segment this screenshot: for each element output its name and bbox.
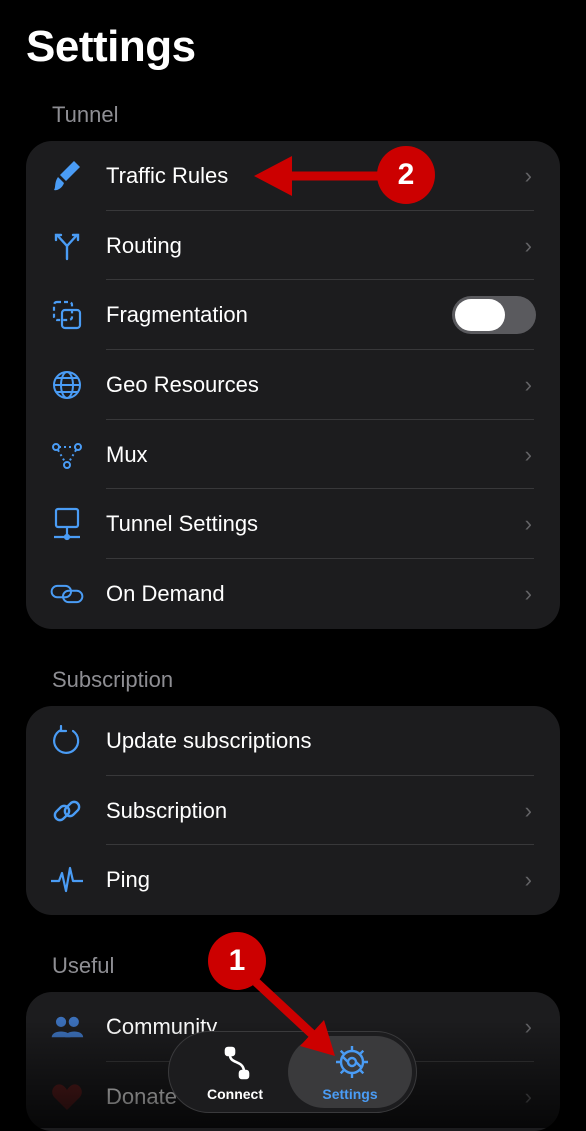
- row-tunnel-settings[interactable]: Tunnel Settings ›: [26, 489, 560, 560]
- row-subscription[interactable]: Subscription ›: [26, 776, 560, 846]
- row-label: Geo Resources: [106, 371, 259, 397]
- row-traffic-rules[interactable]: Traffic Rules ›: [26, 141, 560, 211]
- tab-label: Settings: [322, 1086, 378, 1102]
- heart-icon: [50, 1080, 84, 1114]
- monitor-network-icon: [50, 507, 84, 541]
- chevron-right-icon: ›: [524, 797, 532, 823]
- paintbrush-icon: [50, 159, 84, 193]
- section-label-tunnel: Tunnel: [52, 102, 119, 127]
- row-label: Mux: [106, 441, 148, 467]
- toggle-knob: [455, 299, 505, 332]
- connect-icon: [223, 1046, 251, 1085]
- gear-icon: [334, 1044, 370, 1085]
- chevron-right-icon: ›: [524, 371, 532, 397]
- tab-bar: Connect Settings: [168, 1031, 417, 1113]
- row-mux[interactable]: Mux ›: [26, 420, 560, 490]
- people-icon: [50, 1010, 84, 1044]
- tunnel-group: Traffic Rules › Routing › Fragmentation …: [26, 141, 560, 629]
- page-title: Settings: [26, 22, 196, 71]
- step-1-marker: 1: [208, 932, 266, 990]
- row-routing[interactable]: Routing ›: [26, 211, 560, 281]
- row-label: Traffic Rules: [106, 162, 229, 188]
- chevron-right-icon: ›: [524, 162, 532, 188]
- chevron-right-icon: ›: [524, 232, 532, 258]
- tab-label: Connect: [207, 1086, 263, 1102]
- row-fragmentation: Fragmentation: [26, 280, 560, 351]
- row-label: Ping: [106, 867, 151, 893]
- chevron-right-icon: ›: [524, 1013, 532, 1039]
- subscription-group: Update subscriptions Subscription › Ping…: [26, 706, 560, 916]
- fragment-squares-icon: [50, 298, 84, 332]
- section-label-subscription: Subscription: [52, 667, 174, 692]
- row-ping[interactable]: Ping ›: [26, 845, 560, 915]
- chevron-right-icon: ›: [524, 511, 532, 537]
- fork-arrows-icon: [50, 229, 84, 263]
- row-label: Donate: [106, 1083, 177, 1109]
- section-label-useful: Useful: [52, 953, 115, 978]
- row-label: Subscription: [106, 797, 228, 823]
- chevron-right-icon: ›: [524, 867, 532, 893]
- row-label: Tunnel Settings: [106, 511, 259, 537]
- chevron-right-icon: ›: [524, 441, 532, 467]
- fragmentation-toggle[interactable]: [452, 296, 536, 335]
- step-2-marker: 2: [377, 146, 435, 204]
- row-geo-resources[interactable]: Geo Resources ›: [26, 350, 560, 420]
- refresh-icon: [50, 724, 84, 758]
- row-label: On Demand: [106, 580, 225, 606]
- row-label: Fragmentation: [106, 302, 248, 328]
- tab-settings[interactable]: Settings: [288, 1036, 412, 1108]
- chevron-right-icon: ›: [524, 580, 532, 606]
- chain-link-icon: [50, 577, 84, 611]
- link-icon: [50, 794, 84, 828]
- tab-connect[interactable]: Connect: [173, 1036, 297, 1108]
- row-label: Update subscriptions: [106, 727, 312, 753]
- chevron-right-icon: ›: [524, 1083, 532, 1109]
- globe-icon: [50, 368, 84, 402]
- row-label: Routing: [106, 232, 182, 258]
- waveform-icon: [50, 863, 84, 897]
- row-on-demand[interactable]: On Demand ›: [26, 559, 560, 629]
- mux-nodes-icon: [50, 438, 84, 472]
- row-update-subscriptions[interactable]: Update subscriptions: [26, 706, 560, 776]
